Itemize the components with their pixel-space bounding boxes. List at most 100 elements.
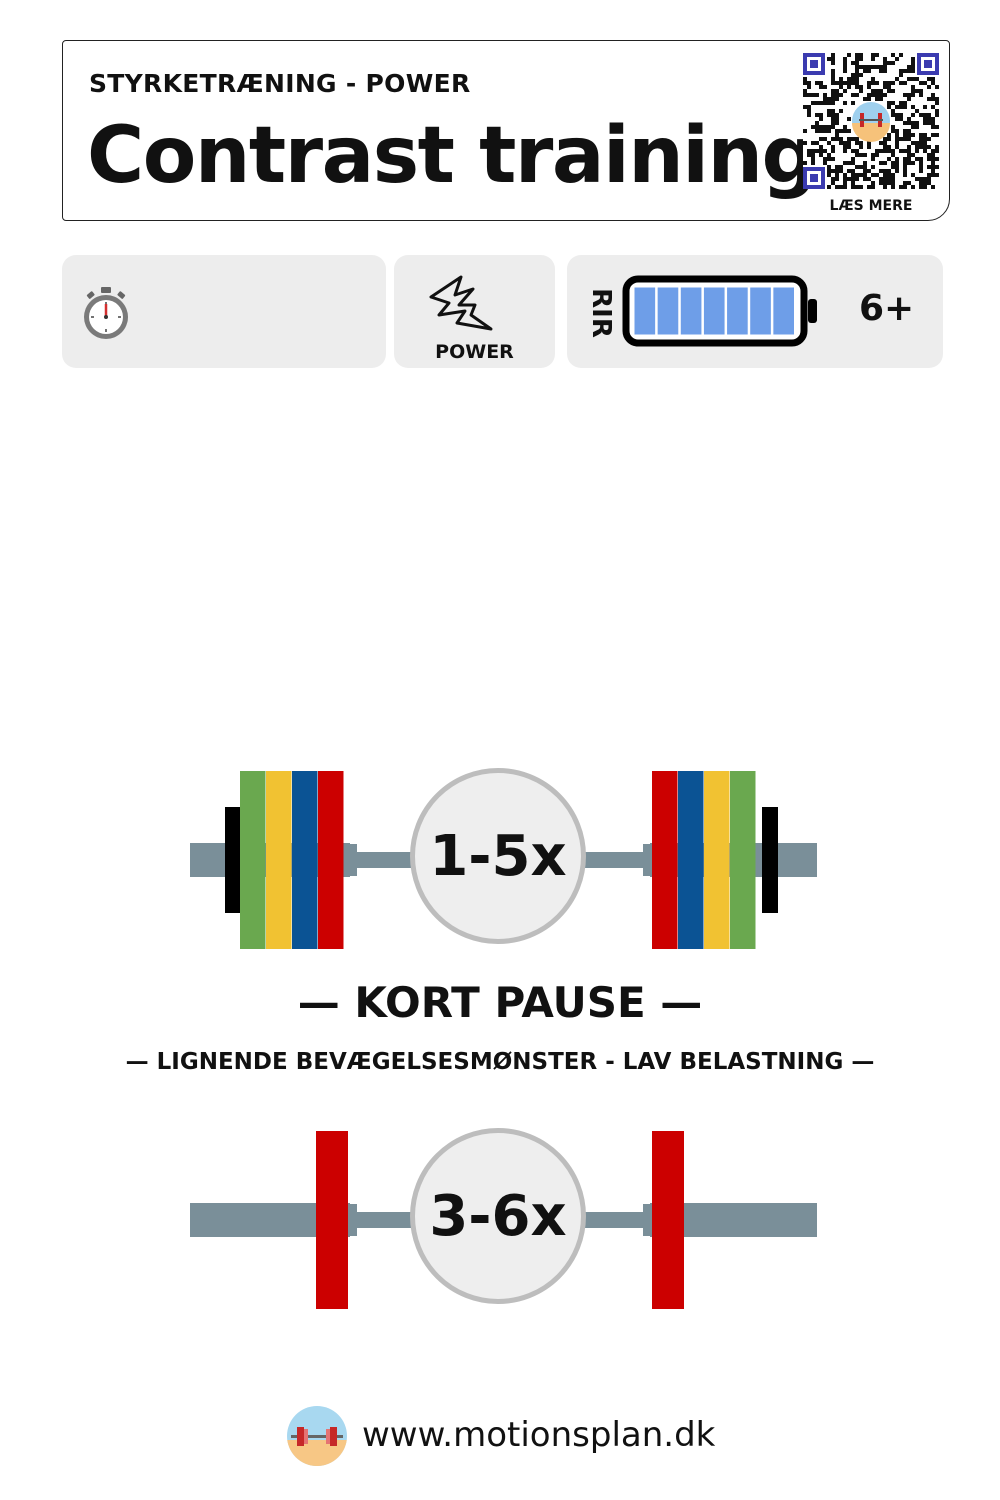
- qr-module: [815, 81, 819, 85]
- category-label: STYRKETRÆNING - POWER: [89, 69, 471, 98]
- qr-module: [859, 165, 863, 169]
- qr-module: [903, 137, 907, 141]
- qr-module: [819, 117, 823, 121]
- qr-module: [847, 161, 851, 165]
- qr-module: [891, 81, 895, 85]
- qr-module: [851, 161, 855, 165]
- qr-module: [803, 141, 807, 145]
- qr-module: [819, 113, 823, 117]
- qr-module: [835, 117, 839, 121]
- qr-module: [911, 141, 915, 145]
- qr-module: [835, 129, 839, 133]
- qr-module: [931, 173, 935, 177]
- qr-module: [907, 153, 911, 157]
- qr-module: [923, 121, 927, 125]
- qr-module: [887, 133, 891, 137]
- qr-module: [931, 185, 935, 189]
- qr-module: [895, 105, 899, 109]
- qr-module: [911, 65, 915, 69]
- qr-module: [919, 141, 923, 145]
- qr-code-icon[interactable]: [803, 53, 939, 189]
- qr-module: [855, 65, 859, 69]
- qr-module: [883, 173, 887, 177]
- qr-module: [919, 133, 923, 137]
- qr-module: [907, 145, 911, 149]
- qr-module: [915, 125, 919, 129]
- qr-module: [831, 121, 835, 125]
- qr-module: [927, 173, 931, 177]
- qr-module: [871, 57, 875, 61]
- qr-module: [891, 149, 895, 153]
- reps-heavy: 1-5x: [410, 768, 586, 944]
- qr-module: [859, 85, 863, 89]
- qr-module: [831, 93, 835, 97]
- qr-module: [891, 101, 895, 105]
- qr-module: [815, 121, 819, 125]
- read-more-link[interactable]: LÆS MERE: [803, 198, 939, 214]
- qr-module: [891, 53, 895, 57]
- qr-module: [867, 69, 871, 73]
- qr-module: [843, 145, 847, 149]
- qr-module: [839, 185, 843, 189]
- qr-module: [927, 137, 931, 141]
- qr-module: [831, 89, 835, 93]
- qr-module: [843, 149, 847, 153]
- qr-module: [851, 149, 855, 153]
- qr-module: [843, 129, 847, 133]
- qr-module: [835, 185, 839, 189]
- qr-module: [899, 137, 903, 141]
- qr-module: [919, 89, 923, 93]
- qr-module: [859, 153, 863, 157]
- qr-module: [875, 65, 879, 69]
- qr-module: [807, 109, 811, 113]
- website-link[interactable]: www.motionsplan.dk: [362, 1415, 715, 1455]
- qr-module: [803, 129, 807, 133]
- qr-module: [915, 157, 919, 161]
- weight-plate-left: [240, 771, 266, 949]
- qr-module: [831, 181, 835, 185]
- qr-module: [907, 69, 911, 73]
- qr-module: [923, 149, 927, 153]
- qr-module: [831, 57, 835, 61]
- qr-module: [879, 65, 883, 69]
- qr-module: [895, 137, 899, 141]
- qr-module: [831, 145, 835, 149]
- qr-module: [843, 69, 847, 73]
- qr-module: [843, 177, 847, 181]
- qr-module: [823, 161, 827, 165]
- qr-module: [907, 117, 911, 121]
- qr-module: [927, 177, 931, 181]
- qr-module: [919, 161, 923, 165]
- qr-module: [835, 165, 839, 169]
- battery-cell: [679, 286, 703, 336]
- qr-module: [855, 77, 859, 81]
- qr-module: [843, 185, 847, 189]
- qr-module: [827, 169, 831, 173]
- qr-module: [899, 105, 903, 109]
- qr-module: [831, 169, 835, 173]
- qr-module: [827, 165, 831, 169]
- qr-module: [851, 61, 855, 65]
- qr-module: [855, 85, 859, 89]
- qr-module: [911, 77, 915, 81]
- qr-module: [819, 81, 823, 85]
- qr-module: [903, 133, 907, 137]
- qr-module: [851, 101, 855, 105]
- qr-module: [879, 149, 883, 153]
- qr-module: [823, 149, 827, 153]
- qr-module: [907, 77, 911, 81]
- qr-module: [931, 125, 935, 129]
- qr-module: [887, 61, 891, 65]
- qr-module: [927, 145, 931, 149]
- qr-module: [855, 53, 859, 57]
- qr-module: [835, 113, 839, 117]
- qr-module: [863, 169, 867, 173]
- qr-module: [891, 153, 895, 157]
- qr-module: [867, 93, 871, 97]
- qr-module: [803, 77, 807, 81]
- qr-module: [843, 181, 847, 185]
- qr-module: [935, 113, 939, 117]
- qr-module: [847, 137, 851, 141]
- qr-module: [843, 173, 847, 177]
- qr-module: [883, 65, 887, 69]
